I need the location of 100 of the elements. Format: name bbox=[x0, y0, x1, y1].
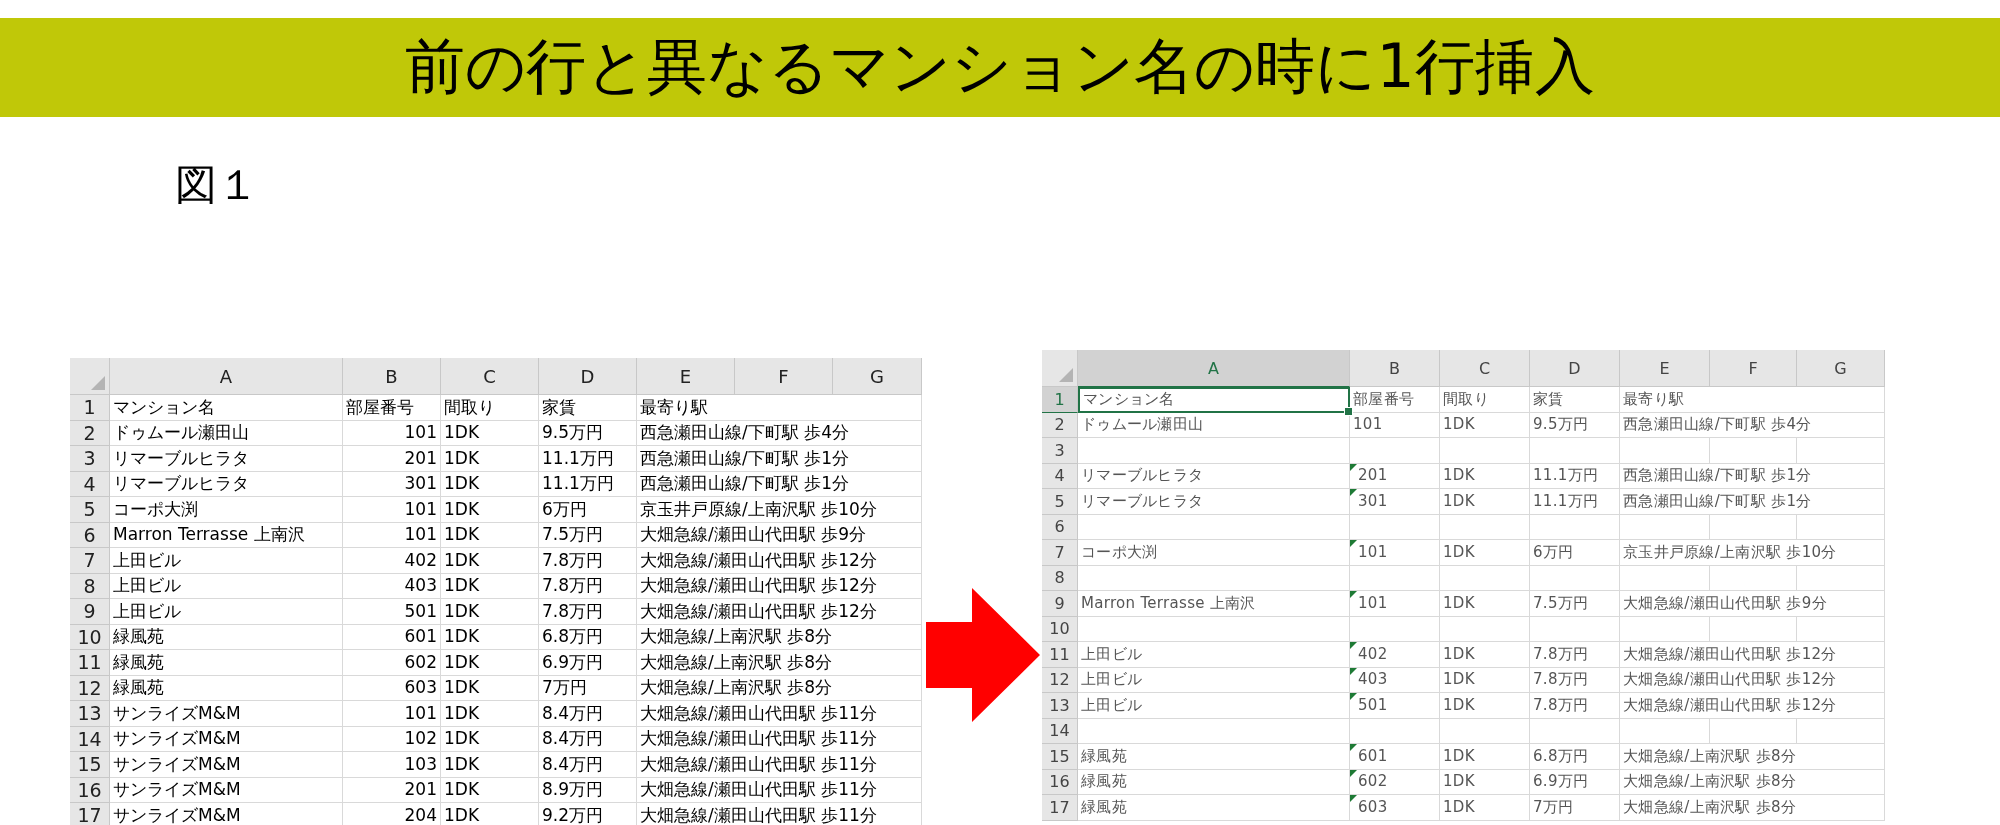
column-header[interactable]: A bbox=[110, 358, 343, 395]
row-header[interactable]: 7 bbox=[70, 548, 110, 574]
grid-cell[interactable]: 7万円 bbox=[539, 675, 637, 701]
grid-cell[interactable]: 大畑急線/瀬田山代田駅 歩12分 bbox=[1620, 693, 1885, 719]
grid-cell[interactable]: 201 bbox=[343, 777, 441, 803]
grid-cell[interactable]: 601 bbox=[1350, 744, 1440, 770]
grid-cell[interactable]: 1DK bbox=[1440, 769, 1530, 795]
grid-cell[interactable]: 6.8万円 bbox=[1530, 744, 1620, 770]
grid-cell[interactable]: 緑風苑 bbox=[110, 624, 343, 650]
grid-cell[interactable]: 101 bbox=[343, 522, 441, 548]
grid-cell[interactable]: 大畑急線/瀬田山代田駅 歩11分 bbox=[637, 726, 922, 752]
grid-cell[interactable] bbox=[1797, 616, 1885, 642]
grid-cell[interactable]: 上田ビル bbox=[1078, 667, 1350, 693]
grid-cell[interactable] bbox=[1797, 718, 1885, 744]
column-header[interactable]: B bbox=[1350, 350, 1440, 387]
grid-cell[interactable]: 緑風苑 bbox=[1078, 795, 1350, 821]
grid-cell[interactable]: 大畑急線/上南沢駅 歩8分 bbox=[1620, 795, 1885, 821]
grid-cell[interactable]: 部屋番号 bbox=[1350, 387, 1440, 413]
row-header[interactable]: 8 bbox=[70, 573, 110, 599]
grid-cell[interactable] bbox=[1440, 514, 1530, 540]
column-header[interactable]: C bbox=[1440, 350, 1530, 387]
grid-cell[interactable]: 大畑急線/上南沢駅 歩8分 bbox=[1620, 744, 1885, 770]
grid-cell[interactable]: 9.5万円 bbox=[1530, 412, 1620, 438]
grid-cell[interactable]: 大畑急線/瀬田山代田駅 歩9分 bbox=[1620, 591, 1885, 617]
grid-cell[interactable]: 101 bbox=[343, 701, 441, 727]
grid-cell[interactable]: 7.8万円 bbox=[1530, 693, 1620, 719]
grid-cell[interactable]: 1DK bbox=[1440, 489, 1530, 515]
grid-cell[interactable]: 603 bbox=[1350, 795, 1440, 821]
grid-cell[interactable]: コーポ大渕 bbox=[110, 497, 343, 523]
grid-cell[interactable]: 501 bbox=[343, 599, 441, 625]
grid-cell[interactable]: 最寄り駅 bbox=[1620, 387, 1885, 413]
grid-cell[interactable] bbox=[1078, 565, 1350, 591]
grid-cell[interactable]: サンライズM&M bbox=[110, 726, 343, 752]
column-header[interactable]: F bbox=[735, 358, 833, 395]
grid-cell[interactable]: 西急瀬田山線/下町駅 歩1分 bbox=[637, 446, 922, 472]
grid-cell[interactable]: 1DK bbox=[441, 522, 539, 548]
row-header[interactable]: 5 bbox=[1042, 489, 1078, 515]
row-header[interactable]: 4 bbox=[70, 471, 110, 497]
grid-cell[interactable]: 204 bbox=[343, 803, 441, 825]
grid-cell[interactable]: 間取り bbox=[441, 395, 539, 421]
grid-cell[interactable]: 緑風苑 bbox=[110, 675, 343, 701]
grid-cell[interactable]: 603 bbox=[343, 675, 441, 701]
grid-cell[interactable]: 上田ビル bbox=[110, 599, 343, 625]
grid-cell[interactable]: 11.1万円 bbox=[539, 446, 637, 472]
grid-cell[interactable] bbox=[1620, 718, 1710, 744]
grid-cell[interactable]: 1DK bbox=[1440, 693, 1530, 719]
grid-cell[interactable] bbox=[1440, 438, 1530, 464]
grid-cell[interactable]: 1DK bbox=[441, 752, 539, 778]
grid-cell[interactable] bbox=[1530, 438, 1620, 464]
grid-cell[interactable]: 1DK bbox=[1440, 463, 1530, 489]
grid-cell[interactable]: 9.2万円 bbox=[539, 803, 637, 825]
grid-cell[interactable]: 7.8万円 bbox=[539, 548, 637, 574]
grid-cell[interactable]: 間取り bbox=[1440, 387, 1530, 413]
grid-cell[interactable]: 6万円 bbox=[539, 497, 637, 523]
grid-cell[interactable]: 7.5万円 bbox=[1530, 591, 1620, 617]
grid-cell[interactable] bbox=[1530, 514, 1620, 540]
grid-cell[interactable]: 1DK bbox=[441, 446, 539, 472]
grid-cell[interactable]: 1DK bbox=[1440, 667, 1530, 693]
grid-cell[interactable]: 家賃 bbox=[1530, 387, 1620, 413]
grid-cell[interactable]: 1DK bbox=[441, 497, 539, 523]
grid-cell[interactable]: 101 bbox=[1350, 540, 1440, 566]
grid-cell[interactable] bbox=[1710, 438, 1797, 464]
grid-cell[interactable]: 101 bbox=[1350, 591, 1440, 617]
grid-cell[interactable]: 1DK bbox=[441, 675, 539, 701]
grid-cell[interactable]: リマーブルヒラタ bbox=[110, 471, 343, 497]
grid-cell[interactable]: 201 bbox=[343, 446, 441, 472]
row-header[interactable]: 11 bbox=[1042, 642, 1078, 668]
grid-cell[interactable]: 西急瀬田山線/下町駅 歩1分 bbox=[1620, 489, 1885, 515]
grid-cell[interactable]: 101 bbox=[1350, 412, 1440, 438]
row-header[interactable]: 14 bbox=[70, 726, 110, 752]
grid-cell[interactable] bbox=[1710, 718, 1797, 744]
grid-cell[interactable]: 403 bbox=[1350, 667, 1440, 693]
grid-cell[interactable]: 上田ビル bbox=[1078, 693, 1350, 719]
grid-cell[interactable] bbox=[1797, 438, 1885, 464]
grid-cell[interactable]: 301 bbox=[343, 471, 441, 497]
grid-cell[interactable] bbox=[1530, 616, 1620, 642]
grid-cell[interactable] bbox=[1440, 616, 1530, 642]
grid-cell[interactable]: 7.8万円 bbox=[539, 573, 637, 599]
grid-cell[interactable]: 301 bbox=[1350, 489, 1440, 515]
grid-cell[interactable]: 7.5万円 bbox=[539, 522, 637, 548]
grid-cell[interactable]: 大畑急線/瀬田山代田駅 歩11分 bbox=[637, 701, 922, 727]
grid-cell[interactable]: 1DK bbox=[441, 471, 539, 497]
grid-cell[interactable] bbox=[1350, 565, 1440, 591]
grid-cell[interactable]: 1DK bbox=[441, 650, 539, 676]
grid-cell[interactable]: 大畑急線/瀬田山代田駅 歩12分 bbox=[637, 548, 922, 574]
row-header[interactable]: 1 bbox=[1042, 387, 1078, 413]
grid-cell[interactable]: マンション名 bbox=[1078, 387, 1350, 413]
row-header[interactable]: 11 bbox=[70, 650, 110, 676]
grid-cell[interactable]: 11.1万円 bbox=[539, 471, 637, 497]
grid-cell[interactable]: 7.8万円 bbox=[1530, 642, 1620, 668]
grid-cell[interactable]: 大畑急線/瀬田山代田駅 歩12分 bbox=[1620, 667, 1885, 693]
grid-cell[interactable]: 西急瀬田山線/下町駅 歩4分 bbox=[1620, 412, 1885, 438]
grid-cell[interactable]: 大畑急線/瀬田山代田駅 歩12分 bbox=[637, 599, 922, 625]
grid-cell[interactable]: リマーブルヒラタ bbox=[110, 446, 343, 472]
grid-cell[interactable] bbox=[1078, 616, 1350, 642]
column-header[interactable]: B bbox=[343, 358, 441, 395]
column-header[interactable]: G bbox=[1797, 350, 1885, 387]
grid-cell[interactable]: Marron Terrasse 上南沢 bbox=[1078, 591, 1350, 617]
grid-cell[interactable]: 1DK bbox=[1440, 744, 1530, 770]
grid-cell[interactable]: ドゥムール瀬田山 bbox=[1078, 412, 1350, 438]
